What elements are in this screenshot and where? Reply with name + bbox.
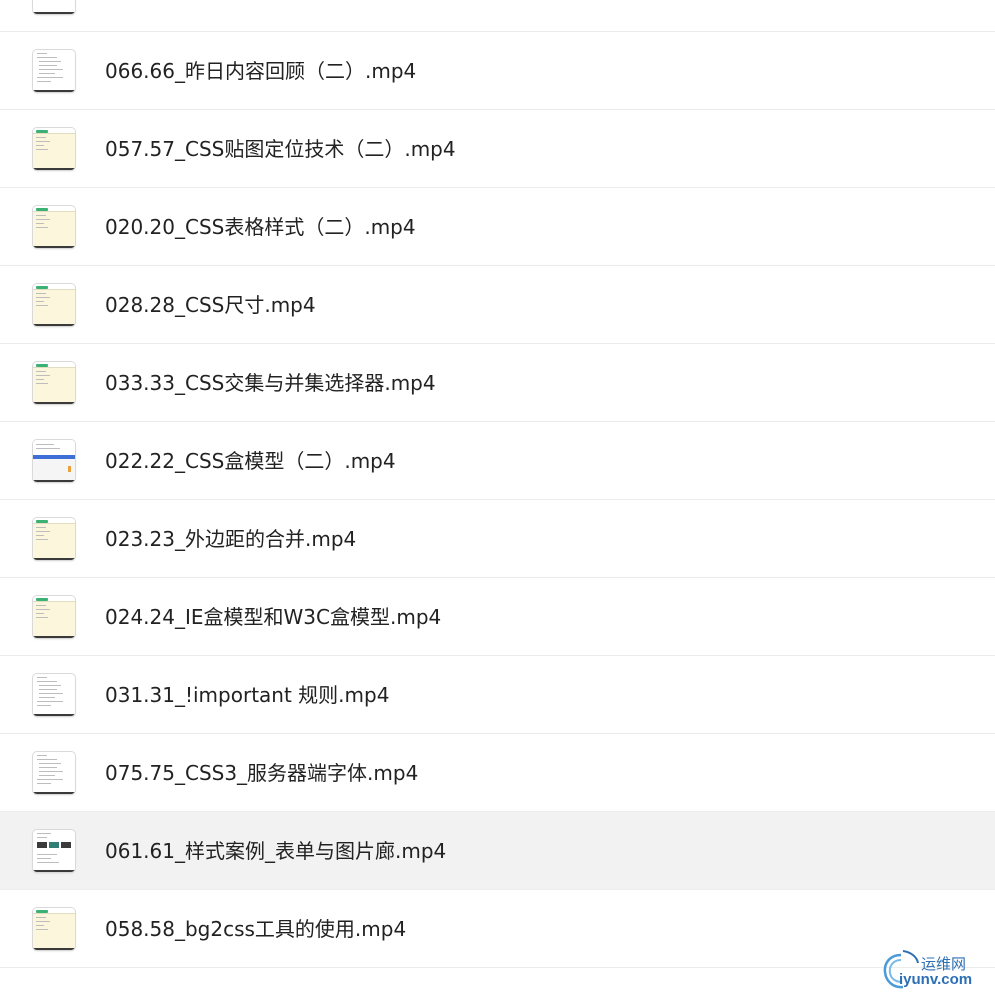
file-row[interactable]: 022.22_CSS盒模型（二）.mp4	[0, 422, 995, 500]
file-row[interactable]	[0, 0, 995, 32]
file-name: 061.61_样式案例_表单与图片廊.mp4	[105, 839, 447, 863]
video-thumbnail	[33, 50, 75, 92]
file-row[interactable]: 020.20_CSS表格样式（二）.mp4	[0, 188, 995, 266]
file-list-window: 066.66_昨日内容回顾（二）.mp4 057.57_CSS贴图定位技术（二）.…	[0, 0, 995, 997]
file-row[interactable]: 057.57_CSS贴图定位技术（二）.mp4	[0, 110, 995, 188]
video-thumbnail	[33, 674, 75, 716]
file-row[interactable]: 066.66_昨日内容回顾（二）.mp4	[0, 32, 995, 110]
file-name: 058.58_bg2css工具的使用.mp4	[105, 917, 407, 941]
file-row[interactable]: 023.23_外边距的合并.mp4	[0, 500, 995, 578]
file-row[interactable]: 061.61_样式案例_表单与图片廊.mp4	[0, 812, 995, 890]
video-thumbnail	[33, 440, 75, 482]
file-name: 066.66_昨日内容回顾（二）.mp4	[105, 59, 417, 83]
file-name: 024.24_IE盒模型和W3C盒模型.mp4	[105, 605, 442, 629]
video-thumbnail	[33, 0, 75, 14]
video-thumbnail	[33, 908, 75, 950]
video-thumbnail	[33, 206, 75, 248]
file-name: 023.23_外边距的合并.mp4	[105, 527, 357, 551]
video-thumbnail	[33, 830, 75, 872]
video-thumbnail	[33, 752, 75, 794]
file-row[interactable]: 058.58_bg2css工具的使用.mp4	[0, 890, 995, 968]
watermark-logo: 运维网 iyunv.com	[881, 949, 989, 993]
file-list: 066.66_昨日内容回顾（二）.mp4 057.57_CSS贴图定位技术（二）.…	[0, 0, 995, 968]
video-thumbnail	[33, 518, 75, 560]
file-name: 031.31_!important 规则.mp4	[105, 683, 390, 707]
file-name: 057.57_CSS贴图定位技术（二）.mp4	[105, 137, 456, 161]
file-row[interactable]: 031.31_!important 规则.mp4	[0, 656, 995, 734]
file-row[interactable]: 075.75_CSS3_服务器端字体.mp4	[0, 734, 995, 812]
file-row[interactable]: 033.33_CSS交集与并集选择器.mp4	[0, 344, 995, 422]
video-thumbnail	[33, 596, 75, 638]
video-thumbnail	[33, 128, 75, 170]
video-thumbnail	[33, 362, 75, 404]
file-row[interactable]: 028.28_CSS尺寸.mp4	[0, 266, 995, 344]
video-thumbnail	[33, 284, 75, 326]
file-row[interactable]: 024.24_IE盒模型和W3C盒模型.mp4	[0, 578, 995, 656]
watermark-text-en: iyunv.com	[899, 971, 973, 988]
file-name: 075.75_CSS3_服务器端字体.mp4	[105, 761, 419, 785]
file-name: 020.20_CSS表格样式（二）.mp4	[105, 215, 416, 239]
file-name: 033.33_CSS交集与并集选择器.mp4	[105, 371, 436, 395]
file-name: 022.22_CSS盒模型（二）.mp4	[105, 449, 396, 473]
file-name: 028.28_CSS尺寸.mp4	[105, 293, 316, 317]
